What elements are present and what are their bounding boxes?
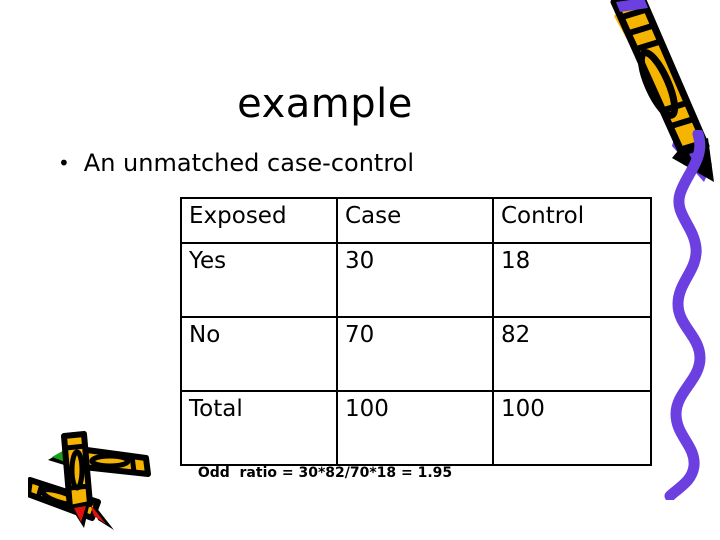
table-cell-case: 100 xyxy=(336,390,494,466)
table-cell-control: 100 xyxy=(492,390,652,466)
table-cell-control: 18 xyxy=(492,242,652,318)
table-header-cell-exposed: Exposed xyxy=(180,197,338,244)
table-cell-case: 70 xyxy=(336,316,494,392)
table-cell-exposed: No xyxy=(180,316,338,392)
table-row: Total 100 100 xyxy=(180,390,652,466)
table-cell-case: 30 xyxy=(336,242,494,318)
bullet-item-label: An unmatched case-control xyxy=(83,149,415,177)
page-title: example xyxy=(237,81,413,127)
bullet-marker-icon: • xyxy=(58,151,70,175)
odds-ratio-caption: Odd ratio = 30*82/70*18 = 1.95 xyxy=(197,465,453,481)
bullet-list-item: • An unmatched case-control xyxy=(58,148,414,178)
table-row: Yes 30 18 xyxy=(180,242,652,318)
table-header-row: Exposed Case Control xyxy=(180,197,652,244)
purple-squiggle-icon xyxy=(650,128,720,504)
table-cell-control: 82 xyxy=(492,316,652,392)
table-cell-exposed: Total xyxy=(180,390,338,466)
slide-canvas: example • An unmatched case-control Expo… xyxy=(0,0,720,540)
table-header-cell-control: Control xyxy=(492,197,652,244)
contingency-table: Exposed Case Control Yes 30 18 No 70 82 … xyxy=(180,197,652,466)
table-row: No 70 82 xyxy=(180,316,652,392)
table-header-cell-case: Case xyxy=(336,197,494,244)
table-cell-exposed: Yes xyxy=(180,242,338,318)
